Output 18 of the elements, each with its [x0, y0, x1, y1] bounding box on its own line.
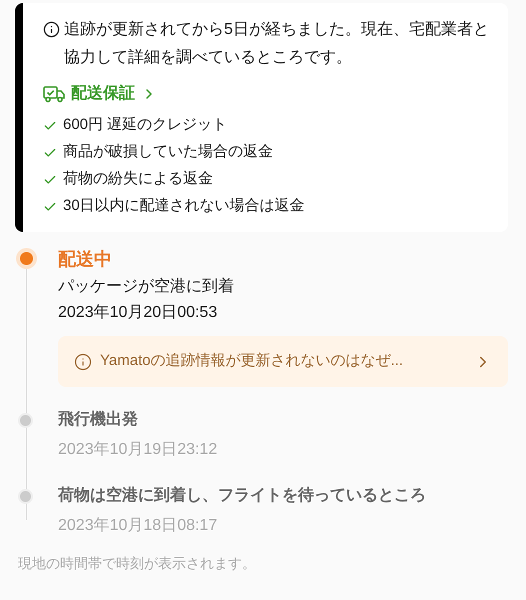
guarantee-item: 30日以内に配達されない場合は返金 [63, 196, 305, 216]
guarantee-item: 600円 遅延のクレジット [63, 115, 228, 136]
info-icon [74, 352, 92, 370]
event-title: 配送中 [58, 248, 113, 271]
event-time: 2023年10月20日00:53 [58, 303, 218, 323]
tracking-help-banner[interactable]: Yamatoの追跡情報が更新されないのはなぜ... [58, 336, 508, 387]
guarantee-item: 商品が破損していた場合の返金 [63, 142, 273, 162]
event-description: パッケージが空港に到着 [58, 276, 235, 297]
info-icon [43, 21, 60, 38]
notice-message: 追跡が更新されてから5日が経ちました。現在、宅配業者と協力して詳細を調べているところです。 [64, 20, 490, 68]
event-title: 飛行機出発 [58, 410, 139, 430]
event-time: 2023年10月19日23:12 [58, 440, 218, 460]
timezone-note: 現地の時間帯で時刻が表示されます。 [17, 554, 257, 573]
guarantee-link[interactable]: 配送保証 [43, 82, 157, 106]
truck-check-icon [43, 85, 65, 103]
event-title: 荷物は空港に到着し、フライトを待っているところ [58, 485, 427, 506]
event-time: 2023年10月18日08:17 [58, 516, 218, 536]
guarantee-item: 荷物の紛失による返金 [63, 169, 213, 190]
